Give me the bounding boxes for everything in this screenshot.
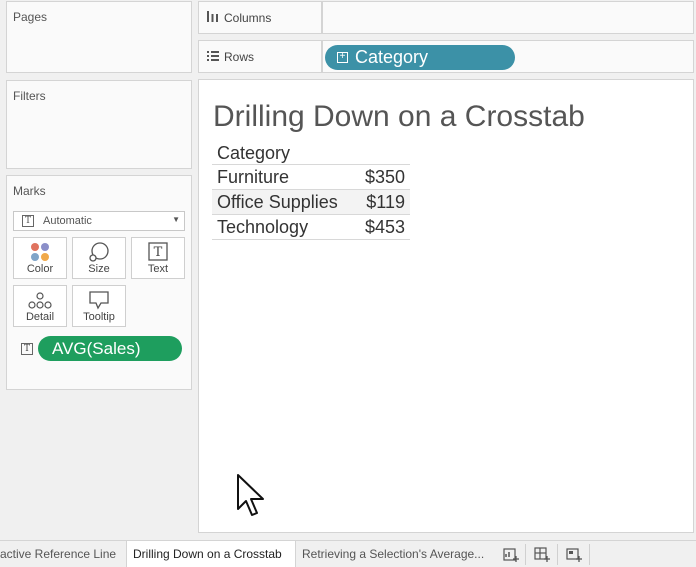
view-title: Drilling Down on a Crosstab	[213, 100, 585, 133]
mark-type-value: Automatic	[43, 215, 92, 227]
row-category[interactable]: Technology	[217, 215, 308, 239]
table-row[interactable]: Furniture $350	[212, 165, 410, 190]
tab-drilling-down-on-a-crosstab[interactable]: Drilling Down on a Crosstab	[126, 541, 296, 567]
row-value[interactable]: $350	[365, 165, 405, 189]
color-label: Color	[26, 263, 54, 275]
tooltip-label: Tooltip	[83, 311, 115, 323]
mark-type-dropdown[interactable]: T Automatic ▼	[13, 211, 185, 231]
row-category[interactable]: Furniture	[217, 165, 289, 189]
size-button[interactable]: Size	[72, 237, 126, 279]
filters-title: Filters	[13, 89, 46, 103]
marks-title: Marks	[13, 184, 46, 198]
row-category[interactable]: Office Supplies	[217, 190, 338, 214]
filters-card[interactable]: Filters	[6, 80, 192, 169]
new-worksheet-icon[interactable]	[502, 546, 520, 563]
detail-button[interactable]: Detail	[13, 285, 67, 327]
tab-retrieving-a-selections-average[interactable]: Retrieving a Selection's Average...	[296, 541, 494, 567]
rows-shelf-label: Rows	[198, 40, 322, 73]
avg-sales-pill[interactable]: AVG(Sales)	[38, 336, 182, 361]
row-value[interactable]: $119	[366, 190, 405, 214]
row-value[interactable]: $453	[365, 215, 405, 239]
columns-label-text: Columns	[224, 11, 272, 25]
size-icon	[89, 242, 109, 262]
detail-label: Detail	[25, 311, 55, 323]
table-row[interactable]: Technology $453	[212, 215, 410, 240]
detail-icon	[28, 292, 52, 309]
sheet-tab-bar: active Reference Line Drilling Down on a…	[0, 540, 696, 567]
text-icon: T	[148, 242, 168, 261]
marks-card: Marks T Automatic ▼ Color Size T Text De…	[6, 175, 192, 390]
columns-shelf-label: Columns	[198, 1, 322, 34]
color-icon	[31, 243, 49, 261]
text-label: Text	[147, 263, 169, 275]
tooltip-icon	[89, 291, 109, 310]
columns-shelf[interactable]	[322, 1, 694, 34]
category-pill-label: Category	[355, 47, 429, 67]
pages-title: Pages	[13, 10, 48, 24]
category-pill[interactable]: + Category	[325, 45, 515, 70]
tab-divider	[557, 544, 558, 565]
measure-row: T AVG(Sales)	[19, 336, 187, 362]
text-mark-icon: T	[22, 215, 34, 227]
crosstab: Category Furniture $350 Office Supplies …	[212, 142, 410, 240]
new-dashboard-icon[interactable]	[533, 546, 551, 563]
expand-plus-icon[interactable]: +	[337, 52, 348, 63]
size-label: Size	[88, 263, 110, 275]
rows-label-text: Rows	[224, 50, 255, 64]
color-button[interactable]: Color	[13, 237, 67, 279]
crosstab-header[interactable]: Category	[212, 142, 410, 165]
tooltip-button[interactable]: Tooltip	[72, 285, 126, 327]
view-canvas[interactable]: Drilling Down on a Crosstab Category Fur…	[198, 79, 694, 533]
tab-divider	[525, 544, 526, 565]
text-button[interactable]: T Text	[131, 237, 185, 279]
tab-divider	[589, 544, 590, 565]
table-row[interactable]: Office Supplies $119	[212, 190, 410, 215]
tab-active-reference-line[interactable]: active Reference Line	[0, 541, 126, 567]
rows-icon	[207, 51, 219, 61]
mouse-cursor-icon	[237, 474, 264, 516]
new-story-icon[interactable]	[565, 546, 583, 563]
chevron-down-icon: ▼	[172, 215, 180, 224]
svg-text:T: T	[154, 245, 163, 260]
text-encoding-icon: T	[21, 343, 33, 355]
columns-icon	[207, 11, 218, 22]
pages-card: Pages	[6, 1, 192, 73]
